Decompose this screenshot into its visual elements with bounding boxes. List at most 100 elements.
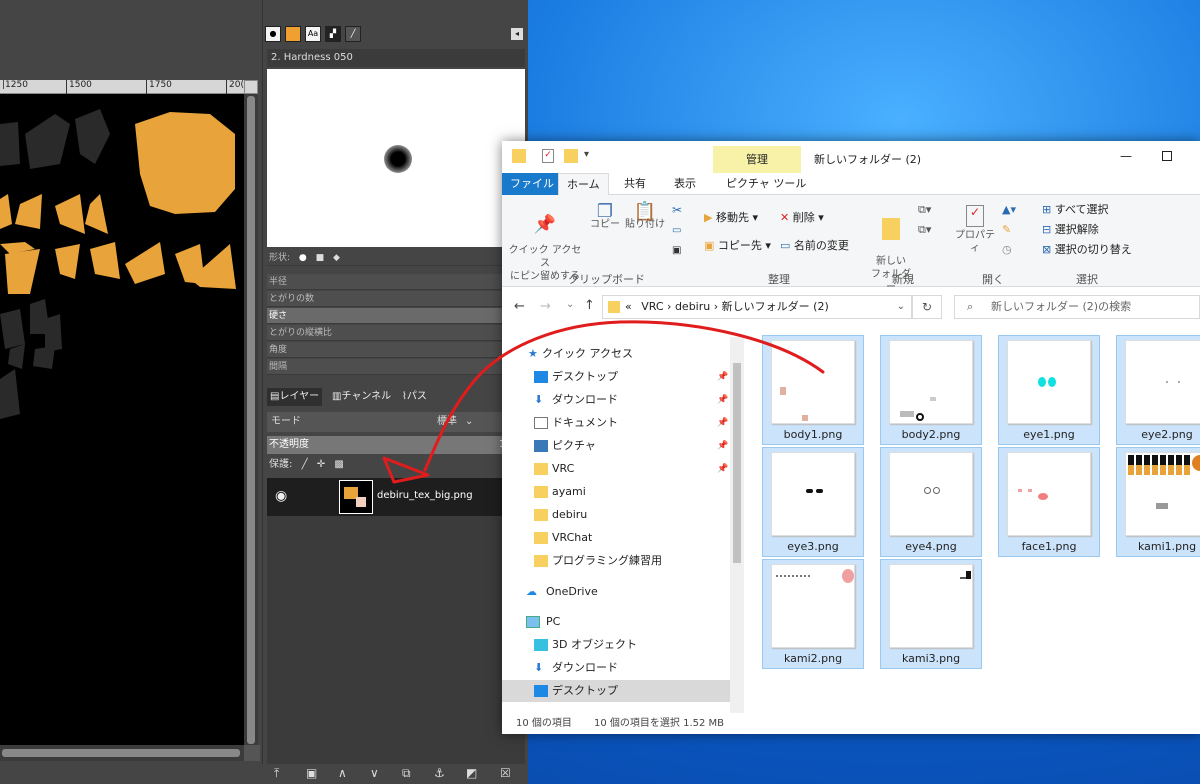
easy-access-icon[interactable]: ⧉▾ — [918, 223, 931, 237]
paste-button[interactable]: 📋 貼り付け — [624, 203, 666, 231]
nav-item-pc-desktop[interactable]: デスクトップ — [502, 680, 732, 702]
file-item[interactable]: face1.png — [998, 447, 1100, 557]
lock-pixels-icon[interactable]: ╱ — [302, 459, 308, 470]
nav-item-programming[interactable]: プログラミング練習用 — [502, 550, 732, 572]
up-arrow-icon[interactable]: ↑ — [584, 298, 595, 313]
new-layer-group-icon[interactable]: ⤒ — [274, 766, 279, 781]
search-input[interactable]: ⌕ 新しいフォルダー (2)の検索 — [954, 295, 1200, 319]
properties-button[interactable]: ✓ プロパティ — [952, 205, 998, 255]
spacing-row[interactable]: 間隔 — [267, 359, 525, 375]
tab-share[interactable]: 共有 — [616, 173, 654, 195]
nav-item-debiru[interactable]: debiru — [502, 504, 732, 526]
new-layer-icon[interactable]: ▣ — [306, 766, 317, 780]
tab-picture-tools[interactable]: ピクチャ ツール — [718, 173, 814, 195]
navigate-corner-icon[interactable] — [244, 745, 260, 761]
move-to-button[interactable]: ▶ 移動先 ▾ — [704, 211, 758, 225]
angle-row[interactable]: 角度 — [267, 342, 525, 358]
diamond-shape-icon[interactable]: ◆ — [333, 253, 340, 263]
zoom-navigate-icon[interactable] — [244, 80, 258, 94]
brush-preview[interactable] — [267, 69, 525, 247]
nav-item-documents[interactable]: ドキュメント 📌 — [502, 412, 732, 434]
file-item[interactable]: eye4.png — [880, 447, 982, 557]
lock-alpha-icon[interactable]: ▩ — [334, 459, 343, 470]
new-item-icon[interactable]: ⧉▾ — [918, 203, 931, 217]
image-canvas[interactable] — [0, 94, 244, 745]
mode-select[interactable]: モード 標準 ⌄ — [267, 412, 525, 432]
back-arrow-icon[interactable]: ← — [514, 299, 525, 314]
copy-button[interactable]: ❐ コピー — [590, 203, 620, 231]
refresh-button[interactable]: ↻ — [912, 295, 942, 319]
copy-to-button[interactable]: ▣ コピー先 ▾ — [704, 239, 771, 253]
file-item[interactable]: kami2.png — [762, 559, 864, 669]
lock-position-icon[interactable]: ✛ — [317, 459, 325, 470]
lower-layer-icon[interactable]: ∨ — [370, 766, 379, 780]
nav-scroll-thumb[interactable] — [733, 363, 741, 563]
title-bar[interactable]: ✓ ▾ 管理 新しいフォルダー (2) — — [502, 141, 1200, 173]
qat-dropdown-icon[interactable]: ▾ — [584, 149, 589, 160]
nav-item-vrchat[interactable]: VRChat — [502, 527, 732, 549]
new-folder-qat-icon[interactable] — [564, 149, 578, 163]
nav-item-3d-objects[interactable]: 3D オブジェクト — [502, 634, 732, 656]
rename-button[interactable]: ▭ 名前の変更 — [780, 239, 849, 253]
circle-shape-icon[interactable]: ● — [299, 253, 307, 263]
tab-home[interactable]: ホーム — [558, 173, 609, 195]
cut-icon[interactable]: ✂ — [672, 203, 682, 217]
file-item[interactable]: kami3.png — [880, 559, 982, 669]
invert-selection-button[interactable]: ⊠ 選択の切り替え — [1042, 243, 1132, 257]
delete-button[interactable]: ✕ 削除 ▾ — [780, 211, 824, 225]
file-item[interactable]: eye2.png — [1116, 335, 1200, 445]
spikes-row[interactable]: とがりの数 — [267, 291, 525, 307]
recent-dropdown-icon[interactable]: ⌄ — [566, 299, 574, 310]
breadcrumb-vrc[interactable]: VRC — [641, 300, 663, 313]
chevron-down-icon[interactable]: ⌄ — [897, 296, 905, 318]
paintbrush-tab-icon[interactable]: ╱ — [345, 26, 361, 42]
horizontal-scroll-thumb[interactable] — [2, 749, 240, 757]
aspect-row[interactable]: とがりの縦横比 — [267, 325, 525, 341]
tab-layers[interactable]: ▤レイヤー — [267, 388, 323, 406]
history-icon[interactable]: ◷ — [1002, 243, 1012, 256]
maximize-icon[interactable] — [1162, 151, 1172, 161]
tab-file[interactable]: ファイル — [502, 173, 562, 195]
opacity-slider[interactable]: 不透明度 100 — [267, 436, 525, 454]
chevron-down-icon[interactable]: ⌄ — [465, 412, 473, 432]
nav-item-vrc[interactable]: VRC 📌 — [502, 458, 732, 480]
vertical-scroll-thumb[interactable] — [247, 96, 255, 744]
tab-paths[interactable]: ⌇パス — [399, 388, 430, 406]
eye-icon[interactable]: ◉ — [275, 488, 287, 504]
nav-quick-access[interactable]: ★ クイック アクセス — [502, 343, 732, 365]
copy-path-icon[interactable]: ▭ — [672, 225, 681, 236]
layer-row[interactable]: ◉ debiru_tex_big.png — [267, 478, 525, 516]
brush-tab-icon[interactable]: ● — [265, 26, 281, 42]
font-tab-icon[interactable]: Aa — [305, 26, 321, 42]
file-item[interactable]: eye3.png — [762, 447, 864, 557]
address-input[interactable]: « VRC › debiru › 新しいフォルダー (2) ⌄ — [602, 295, 912, 319]
open-icon[interactable]: ▲▾ — [1002, 203, 1016, 216]
file-item[interactable]: eye1.png — [998, 335, 1100, 445]
properties-qat-icon[interactable]: ✓ — [542, 149, 554, 163]
select-all-button[interactable]: ⊞ すべて選択 — [1042, 203, 1109, 217]
tab-view[interactable]: 表示 — [666, 173, 704, 195]
file-item[interactable]: body1.png — [762, 335, 864, 445]
file-item[interactable]: body2.png — [880, 335, 982, 445]
breadcrumb-current[interactable]: 新しいフォルダー (2) — [722, 300, 829, 313]
manage-tab[interactable]: 管理 — [713, 146, 801, 173]
nav-item-desktop[interactable]: デスクトップ 📌 — [502, 366, 732, 388]
anchor-layer-icon[interactable]: ⚓ — [434, 766, 445, 780]
forward-arrow-icon[interactable]: → — [540, 299, 551, 314]
paste-shortcut-icon[interactable]: ▣ — [672, 245, 681, 256]
nav-item-pc-downloads[interactable]: ⬇ ダウンロード — [502, 657, 732, 679]
square-shape-icon[interactable]: ■ — [316, 253, 325, 263]
nav-pc[interactable]: PC — [502, 611, 732, 633]
delete-layer-icon[interactable]: ☒ — [500, 766, 511, 780]
gradient-tab-icon[interactable]: ▞ — [325, 26, 341, 42]
breadcrumb-debiru[interactable]: debiru — [675, 300, 710, 313]
nav-item-ayami[interactable]: ayami — [502, 481, 732, 503]
minimize-icon[interactable]: — — [1120, 149, 1132, 163]
nav-item-downloads[interactable]: ⬇ ダウンロード 📌 — [502, 389, 732, 411]
edit-icon[interactable]: ✎ — [1002, 223, 1011, 236]
layers-list-empty[interactable] — [267, 516, 525, 764]
nav-onedrive[interactable]: ☁ OneDrive — [502, 581, 732, 603]
hardness-row[interactable]: 硬さ — [267, 308, 525, 324]
mask-layer-icon[interactable]: ◩ — [466, 766, 477, 780]
raise-layer-icon[interactable]: ∧ — [338, 766, 347, 780]
